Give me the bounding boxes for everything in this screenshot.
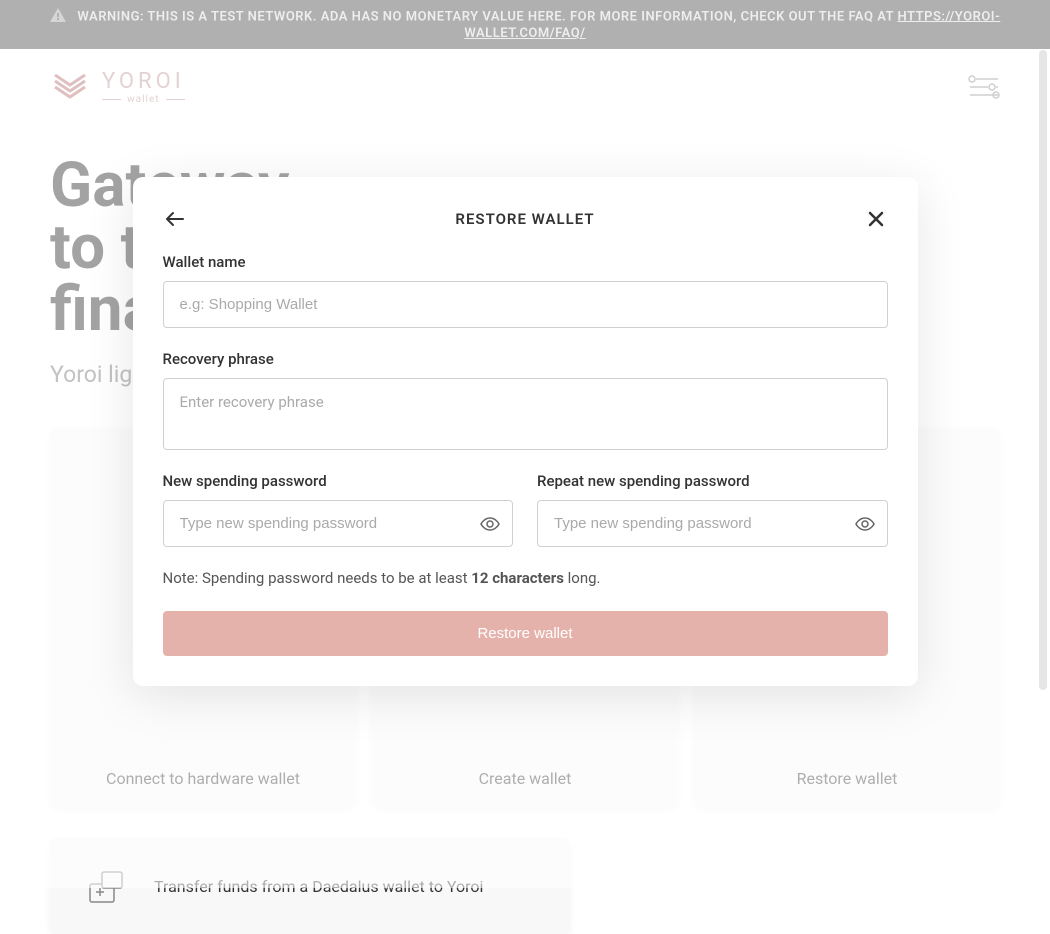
restore-wallet-modal: RESTORE WALLET Wallet name Recovery phra…: [133, 177, 918, 686]
password-note: Note: Spending password needs to be at l…: [163, 569, 888, 587]
new-password-label: New spending password: [163, 472, 514, 490]
restore-wallet-button[interactable]: Restore wallet: [163, 611, 888, 656]
close-button[interactable]: [864, 207, 888, 231]
eye-icon[interactable]: [854, 513, 876, 535]
new-password-input[interactable]: [163, 500, 514, 547]
back-button[interactable]: [163, 207, 187, 231]
wallet-name-input[interactable]: [163, 281, 888, 328]
wallet-name-label: Wallet name: [163, 253, 888, 271]
recovery-phrase-input[interactable]: Enter recovery phrase: [163, 378, 888, 450]
repeat-password-input[interactable]: [537, 500, 888, 547]
recovery-phrase-label: Recovery phrase: [163, 350, 888, 368]
modal-title: RESTORE WALLET: [187, 210, 864, 228]
repeat-password-label: Repeat new spending password: [537, 472, 888, 490]
eye-icon[interactable]: [479, 513, 501, 535]
modal-overlay: RESTORE WALLET Wallet name Recovery phra…: [0, 0, 1050, 888]
